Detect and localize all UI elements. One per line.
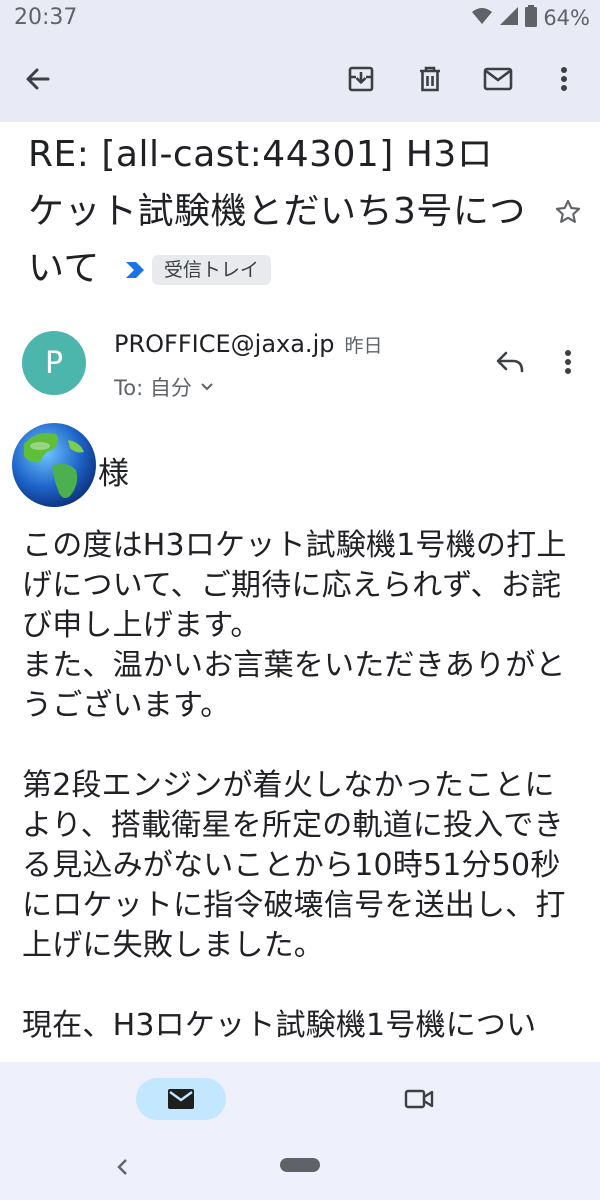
chevron-down-icon [201, 383, 213, 391]
more-vert-icon [565, 350, 571, 374]
system-back-button[interactable] [108, 1152, 138, 1182]
subject-text: RE: [all-cast:44301] H3ロケット試験機とだいち3号について [28, 134, 526, 289]
mark-unread-button[interactable] [476, 57, 520, 101]
sent-time: 昨日 [344, 335, 383, 357]
sender-line: PROFFICE@jaxa.jp 昨日 [114, 330, 382, 358]
signal-icon [499, 6, 519, 30]
mail-icon [168, 1089, 194, 1109]
star-button[interactable] [548, 192, 588, 232]
reply-button[interactable] [490, 342, 530, 382]
status-bar: 20:37 64% [0, 0, 600, 36]
recipient-text: To: 自分 [114, 376, 192, 400]
recipient-details-toggle[interactable]: To: 自分 [114, 372, 214, 402]
sender-avatar[interactable]: P [22, 331, 86, 395]
delete-icon [420, 66, 440, 92]
email-subject: RE: [all-cast:44301] H3ロケット試験機とだいち3号について… [28, 126, 528, 297]
message-more-button[interactable] [548, 342, 588, 382]
earth-globe-image [6, 420, 102, 510]
importance-marker-icon [125, 262, 144, 278]
nav-mail-tab[interactable] [136, 1078, 226, 1120]
battery-percent: 64% [543, 6, 590, 30]
archive-icon [348, 66, 374, 92]
back-button[interactable] [16, 57, 60, 101]
system-home-pill[interactable] [280, 1158, 320, 1172]
email-body: この度はH3ロケット試験機1号機の打上げについて、ご期待に応えられず、お詫び申し… [22, 528, 567, 1043]
mark-unread-icon [483, 67, 513, 91]
status-time: 20:37 [14, 5, 78, 30]
archive-button[interactable] [339, 57, 383, 101]
label-text: 受信トレイ [151, 255, 271, 285]
meet-video-icon [404, 1089, 434, 1109]
app-bar [0, 36, 600, 122]
delete-button[interactable] [408, 57, 452, 101]
battery-icon [525, 5, 538, 31]
star-outline-icon [555, 199, 581, 223]
sender-email[interactable]: PROFFICE@jaxa.jp [114, 330, 334, 358]
more-vert-icon [561, 67, 567, 91]
wifi-icon [471, 6, 493, 30]
more-options-button[interactable] [542, 57, 586, 101]
back-arrow-icon [26, 68, 50, 90]
salutation: 様 [98, 456, 129, 492]
bottom-navigation [0, 1062, 600, 1138]
status-icons: 64% [471, 4, 590, 32]
nav-meet-tab[interactable] [398, 1078, 440, 1120]
inbox-label-chip[interactable]: 受信トレイ [124, 255, 271, 285]
system-navigation-bar [0, 1138, 600, 1200]
reply-icon [496, 351, 524, 373]
chevron-left-icon [117, 1159, 127, 1175]
